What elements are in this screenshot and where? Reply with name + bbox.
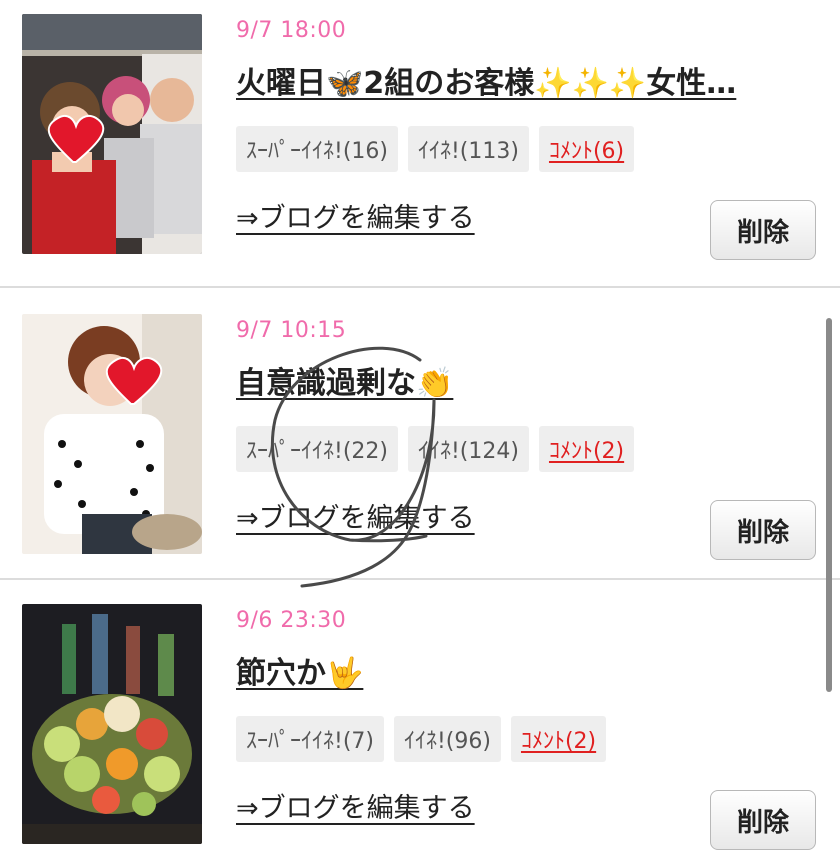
comment-link[interactable]: ｺﾒﾝﾄ(2) bbox=[510, 716, 607, 762]
edit-blog-link[interactable]: ⇒ブログを編集する bbox=[236, 196, 475, 235]
like-count: ｲｲﾈ!(113) bbox=[407, 126, 529, 172]
super-like-count: ｽｰﾊﾟｰｲｲﾈ!(16) bbox=[236, 126, 398, 172]
scrollbar[interactable] bbox=[826, 318, 832, 692]
reaction-tags: ｽｰﾊﾟｰｲｲﾈ!(7) ｲｲﾈ!(96) ｺﾒﾝﾄ(2) bbox=[236, 716, 607, 762]
blog-entry: 9/6 23:30 節穴か🤟 ｽｰﾊﾟｰｲｲﾈ!(7) ｲｲﾈ!(96) ｺﾒﾝ… bbox=[0, 580, 840, 862]
delete-button[interactable]: 削除 bbox=[710, 200, 816, 260]
entry-thumbnail[interactable] bbox=[22, 314, 202, 554]
entry-date: 9/6 23:30 bbox=[236, 608, 347, 633]
super-like-count: ｽｰﾊﾟｰｲｲﾈ!(22) bbox=[236, 426, 398, 472]
reaction-tags: ｽｰﾊﾟｰｲｲﾈ!(16) ｲｲﾈ!(113) ｺﾒﾝﾄ(6) bbox=[236, 126, 635, 172]
delete-button[interactable]: 削除 bbox=[710, 500, 816, 560]
delete-button[interactable]: 削除 bbox=[710, 790, 816, 850]
entry-thumbnail[interactable] bbox=[22, 604, 202, 844]
entry-thumbnail[interactable] bbox=[22, 14, 202, 254]
divider bbox=[0, 286, 840, 288]
comment-link[interactable]: ｺﾒﾝﾄ(2) bbox=[538, 426, 635, 472]
comment-link[interactable]: ｺﾒﾝﾄ(6) bbox=[538, 126, 635, 172]
entry-date: 9/7 18:00 bbox=[236, 18, 347, 43]
entry-title[interactable]: 節穴か🤟 bbox=[236, 648, 816, 692]
entry-title[interactable]: 自意識過剰な👏 bbox=[236, 358, 816, 402]
edit-blog-link[interactable]: ⇒ブログを編集する bbox=[236, 786, 475, 825]
super-like-count: ｽｰﾊﾟｰｲｲﾈ!(7) bbox=[236, 716, 384, 762]
like-count: ｲｲﾈ!(96) bbox=[393, 716, 501, 762]
entry-date: 9/7 10:15 bbox=[236, 318, 347, 343]
like-count: ｲｲﾈ!(124) bbox=[407, 426, 529, 472]
blog-entry: 9/7 10:15 自意識過剰な👏 ｽｰﾊﾟｰｲｲﾈ!(22) ｲｲﾈ!(124… bbox=[0, 290, 840, 580]
blog-entry: 9/7 18:00 火曜日🦋2組のお客様✨✨✨女性… ｽｰﾊﾟｰｲｲﾈ!(16)… bbox=[0, 0, 840, 280]
entry-title[interactable]: 火曜日🦋2組のお客様✨✨✨女性… bbox=[236, 58, 816, 102]
blog-entry-list: 9/7 18:00 火曜日🦋2組のお客様✨✨✨女性… ｽｰﾊﾟｰｲｲﾈ!(16)… bbox=[0, 0, 840, 862]
reaction-tags: ｽｰﾊﾟｰｲｲﾈ!(22) ｲｲﾈ!(124) ｺﾒﾝﾄ(2) bbox=[236, 426, 635, 472]
edit-blog-link[interactable]: ⇒ブログを編集する bbox=[236, 496, 475, 535]
